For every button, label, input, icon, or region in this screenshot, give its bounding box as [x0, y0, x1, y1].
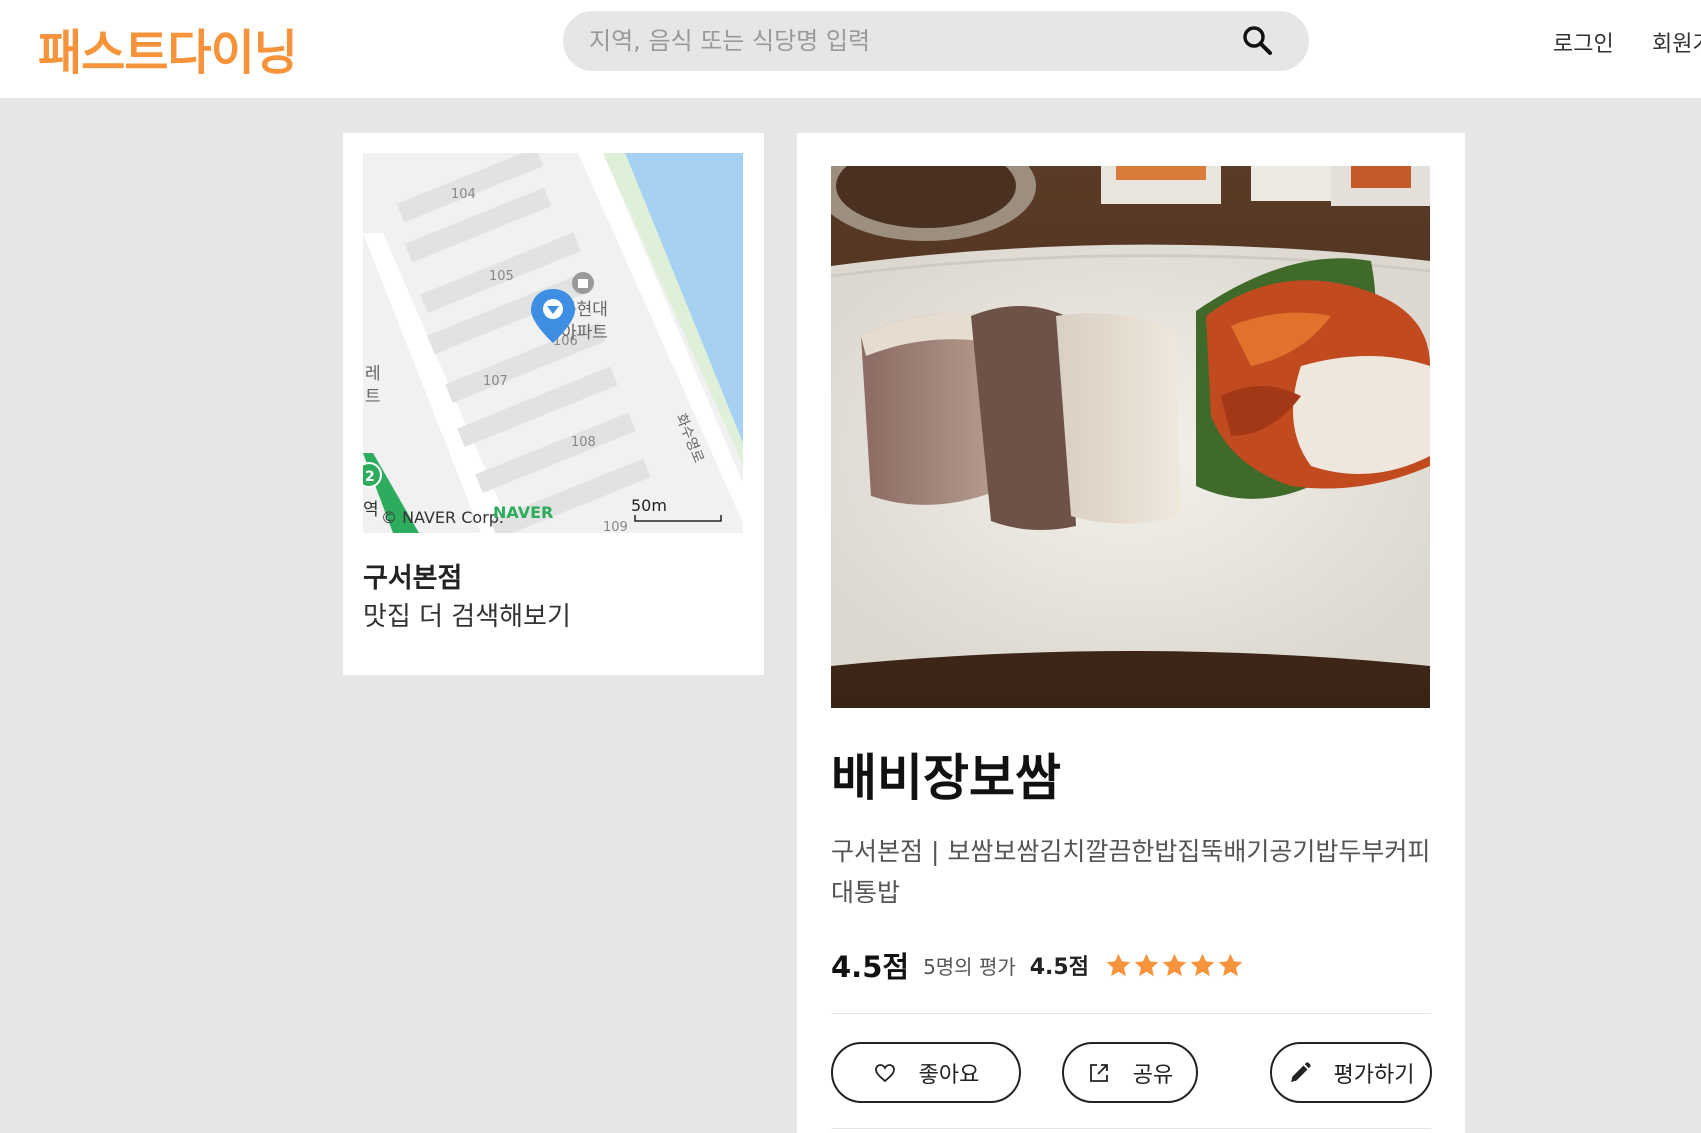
location-card: 104 105 106 107 108 109 동현대 아파트 레 트 화수영로… — [343, 133, 764, 675]
location-map[interactable]: 104 105 106 107 108 109 동현대 아파트 레 트 화수영로… — [363, 153, 743, 533]
write-review-label: 평가하기 — [1333, 1062, 1415, 1088]
map-label-108: 108 — [571, 435, 596, 450]
map-side-label-1: 레 — [365, 364, 381, 384]
pencil-icon — [1290, 1061, 1311, 1082]
star-icon — [1134, 953, 1159, 976]
share-button[interactable]: 공유 — [1062, 1042, 1198, 1103]
site-logo[interactable]: 패스트다이닝 — [38, 13, 298, 83]
signup-link[interactable]: 회원가입 — [1652, 26, 1701, 58]
rating-row: 4.5점 5명의 평가 4.5점 — [831, 945, 1245, 985]
star-icon — [1190, 953, 1215, 976]
like-button[interactable]: 좋아요 — [831, 1042, 1021, 1103]
star-icon — [1218, 953, 1243, 976]
map-copyright: © NAVER Corp. — [381, 508, 504, 527]
star-icon — [1106, 953, 1131, 976]
map-station-number: 2 — [365, 469, 375, 485]
restaurant-name: 배비장보쌈 — [831, 749, 1061, 807]
divider — [831, 1128, 1431, 1129]
search-bar — [563, 11, 1309, 71]
review-count: 5명의 평가 — [923, 954, 1016, 979]
map-label-105: 105 — [489, 269, 514, 284]
map-side-label-2: 트 — [365, 387, 381, 407]
map-scale-label: 50m — [631, 496, 667, 515]
branch-name: 구서본점 — [363, 563, 463, 594]
star-icon — [1162, 953, 1187, 976]
search-icon[interactable] — [1241, 24, 1275, 58]
share-label: 공유 — [1132, 1062, 1174, 1088]
share-icon — [1089, 1063, 1108, 1082]
top-header: 패스트다이닝 로그인 회원가입 — [0, 0, 1701, 98]
map-label-104: 104 — [451, 187, 476, 202]
login-link[interactable]: 로그인 — [1553, 26, 1614, 58]
search-more-link[interactable]: 맛집 더 검색해보기 — [363, 596, 571, 633]
rating-score: 4.5점 — [831, 950, 910, 984]
like-label: 좋아요 — [918, 1062, 980, 1088]
rating-score-small: 4.5점 — [1029, 955, 1089, 980]
write-review-button[interactable]: 평가하기 — [1270, 1042, 1432, 1103]
heart-icon — [874, 1063, 895, 1082]
map-station-label: 역 — [363, 500, 379, 520]
restaurant-card: 배비장보쌈 구서본점 | 보쌈보쌈김치깔끔한밥집뚝배기공기밥두부커피대통밥 4.… — [797, 133, 1465, 1133]
restaurant-description: 구서본점 | 보쌈보쌈김치깔끔한밥집뚝배기공기밥두부커피대통밥 — [831, 837, 1431, 907]
star-rating — [1105, 952, 1245, 979]
restaurant-photo — [831, 166, 1430, 708]
map-label-107: 107 — [483, 374, 508, 389]
map-naver-logo: NAVER — [493, 503, 553, 522]
divider — [831, 1013, 1431, 1014]
search-input[interactable] — [589, 11, 1229, 71]
map-label-109: 109 — [603, 520, 628, 533]
